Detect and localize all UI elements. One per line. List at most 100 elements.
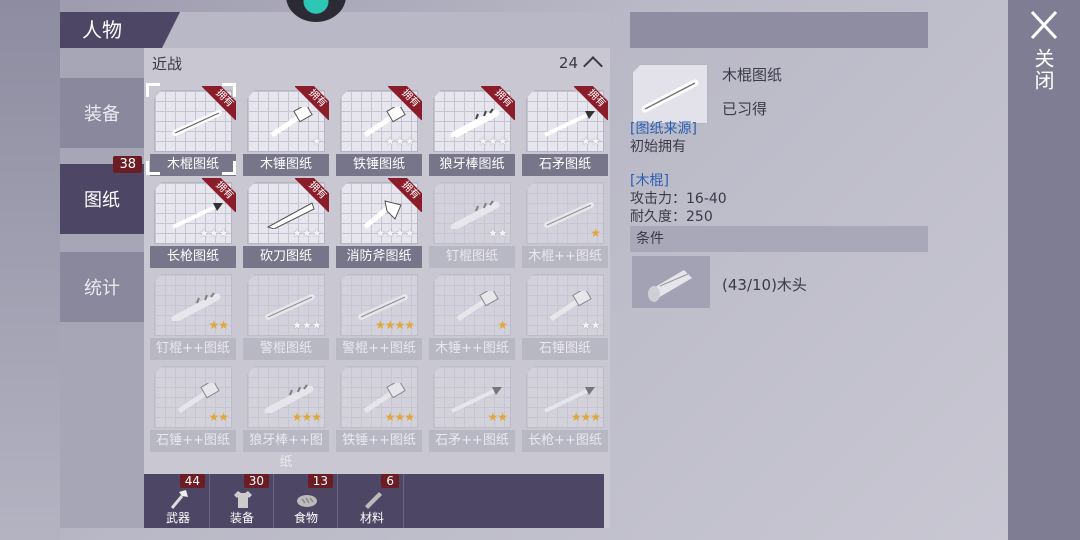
material-requirement: (43/10)木头 <box>722 276 807 294</box>
blueprint-cell[interactable]: ★ 木锤++图纸 <box>429 270 515 360</box>
owned-ribbon: 拥有 <box>202 178 236 212</box>
star-icon: ★ <box>374 226 386 240</box>
blueprint-cell[interactable]: ★★★ 长枪++图纸 <box>522 362 608 452</box>
condition-header: 条件 <box>630 226 928 252</box>
section-header[interactable]: 近战 24 <box>144 48 610 78</box>
blueprint-cell[interactable]: 拥有 ★★★ 砍刀图纸 <box>243 178 329 268</box>
category-label: 装备 <box>229 511 254 525</box>
category-weapons[interactable]: 44 武器 <box>146 474 210 528</box>
section-count: 24 <box>558 54 578 72</box>
star-icon: ★ <box>580 410 591 424</box>
section-name: 近战 <box>152 54 183 73</box>
star-icon: ★ <box>487 410 498 424</box>
detail-panel: 木棍图纸 已习得 [图纸来源] 初始拥有 [木棍] 攻击力：16-40 耐久度：… <box>626 12 928 528</box>
title-strip <box>150 12 610 48</box>
blueprint-cell[interactable]: ★★ 钉棍图纸 <box>429 178 515 268</box>
owned-ribbon: 拥有 <box>202 86 236 120</box>
star-icon: ★ <box>311 226 322 240</box>
bread-icon <box>297 495 317 507</box>
blueprint-label: 石矛图纸 <box>522 154 608 176</box>
tab-label: 图纸 <box>84 190 120 211</box>
blueprint-cell[interactable]: ★★ 石锤图纸 <box>522 270 608 360</box>
star-icon: ★ <box>394 318 405 332</box>
blueprint-cell[interactable]: 拥有 木棍图纸 <box>146 83 236 176</box>
star-icon: ★ <box>208 226 219 240</box>
blueprint-cell[interactable]: 拥有 ★★★ 铁锤图纸 <box>336 86 422 176</box>
blueprint-cell[interactable]: ★★★ 狼牙棒++图纸 <box>243 362 329 470</box>
owned-ribbon: 拥有 <box>574 86 608 120</box>
category-food[interactable]: 13 食物 <box>274 474 338 528</box>
blueprint-cell[interactable]: ★★ 石锤++图纸 <box>150 362 236 452</box>
blueprint-cell[interactable]: ★★ 钉棍++图纸 <box>150 270 236 360</box>
blueprint-label: 钉棍++图纸 <box>150 338 236 360</box>
tab-blueprints[interactable]: 图纸 38 <box>60 156 144 234</box>
blueprint-cell[interactable]: 拥有 ★★★ 狼牙棒图纸 <box>429 86 515 176</box>
star-rating: ★★★ <box>292 410 322 424</box>
blueprint-cell[interactable]: 拥有 ★★★ 长枪图纸 <box>150 178 236 268</box>
star-icon: ★ <box>311 410 322 424</box>
star-icon: ★ <box>404 410 415 424</box>
blueprint-cell[interactable]: ★★★ 警棍图纸 <box>243 270 329 360</box>
star-rating: ★★★ <box>199 226 229 240</box>
star-rating: ★★ <box>487 410 508 424</box>
stick-icon <box>544 202 594 228</box>
owned-label: 拥有 <box>202 178 236 212</box>
blueprint-label: 钉棍图纸 <box>429 246 515 268</box>
star-icon: ★ <box>218 318 229 332</box>
detail-name: 木棍图纸 <box>722 66 783 84</box>
owned-label: 拥有 <box>388 86 422 120</box>
star-icon: ★ <box>291 226 303 240</box>
star-icon: ★ <box>580 134 591 148</box>
star-rating: ★★ <box>580 318 601 332</box>
detail-status: 已习得 <box>722 100 768 118</box>
material-thumbnail <box>632 256 710 308</box>
owned-ribbon: 拥有 <box>481 86 515 120</box>
blueprint-label: 木锤++图纸 <box>429 338 515 360</box>
tab-label: 统计 <box>84 278 120 299</box>
star-rating: ★★★ <box>385 410 415 424</box>
close-strip: 关闭 <box>1008 0 1080 540</box>
close-icon[interactable] <box>1022 10 1066 42</box>
blueprint-cell[interactable]: ★★★ 铁锤++图纸 <box>336 362 422 452</box>
owned-label: 拥有 <box>295 178 329 212</box>
star-icon: ★ <box>590 318 601 332</box>
blueprint-label: 狼牙棒图纸 <box>429 154 515 176</box>
star-icon: ★ <box>477 134 489 148</box>
blueprint-label: 石矛++图纸 <box>429 430 515 452</box>
star-icon: ★ <box>487 134 498 148</box>
blueprint-label: 铁锤图纸 <box>336 154 422 176</box>
star-icon: ★ <box>384 134 396 148</box>
star-icon: ★ <box>218 226 229 240</box>
blueprint-cell[interactable]: ★★ 石矛++图纸 <box>429 362 515 452</box>
owned-label: 拥有 <box>388 178 422 212</box>
category-materials[interactable]: 6 材料 <box>340 474 404 528</box>
owned-label: 拥有 <box>574 86 608 120</box>
sidebar: 装备 图纸 38 统计 <box>60 48 144 528</box>
blueprint-cell[interactable]: 拥有 ★★★★ 消防斧图纸 <box>336 178 422 268</box>
blueprint-label: 狼牙棒++图纸 <box>243 430 329 470</box>
star-icon: ★ <box>311 318 322 332</box>
blueprint-cell[interactable]: ★ 木棍++图纸 <box>522 178 608 268</box>
blueprint-cell[interactable]: 拥有 ★ 木锤图纸 <box>243 86 329 176</box>
stick-icon <box>265 294 315 320</box>
axe-icon <box>170 490 188 509</box>
tab-statistics[interactable]: 统计 <box>60 252 144 322</box>
star-icon: ★ <box>404 226 415 240</box>
hammer-icon <box>456 291 499 321</box>
star-rating: ★★★★ <box>375 318 415 332</box>
star-rating: ★★★ <box>384 134 415 148</box>
owned-label: 拥有 <box>202 86 236 120</box>
star-rating: ★★ <box>208 410 229 424</box>
close-label[interactable]: 关闭 <box>1028 48 1058 92</box>
chevron-up-icon[interactable] <box>583 56 603 76</box>
blueprint-cell[interactable]: ★★★★ 警棍++图纸 <box>336 270 422 360</box>
blueprint-label: 长枪++图纸 <box>522 430 608 452</box>
star-rating: ★ <box>311 134 322 148</box>
star-icon: ★ <box>590 226 601 240</box>
category-equipment[interactable]: 30 装备 <box>210 474 274 528</box>
owned-ribbon: 拥有 <box>388 178 422 212</box>
tab-equipment[interactable]: 装备 <box>60 78 144 148</box>
star-icon: ★ <box>497 410 508 424</box>
blueprint-cell[interactable]: 拥有 ★★ 石矛图纸 <box>522 86 608 176</box>
star-rating: ★★★ <box>571 410 601 424</box>
